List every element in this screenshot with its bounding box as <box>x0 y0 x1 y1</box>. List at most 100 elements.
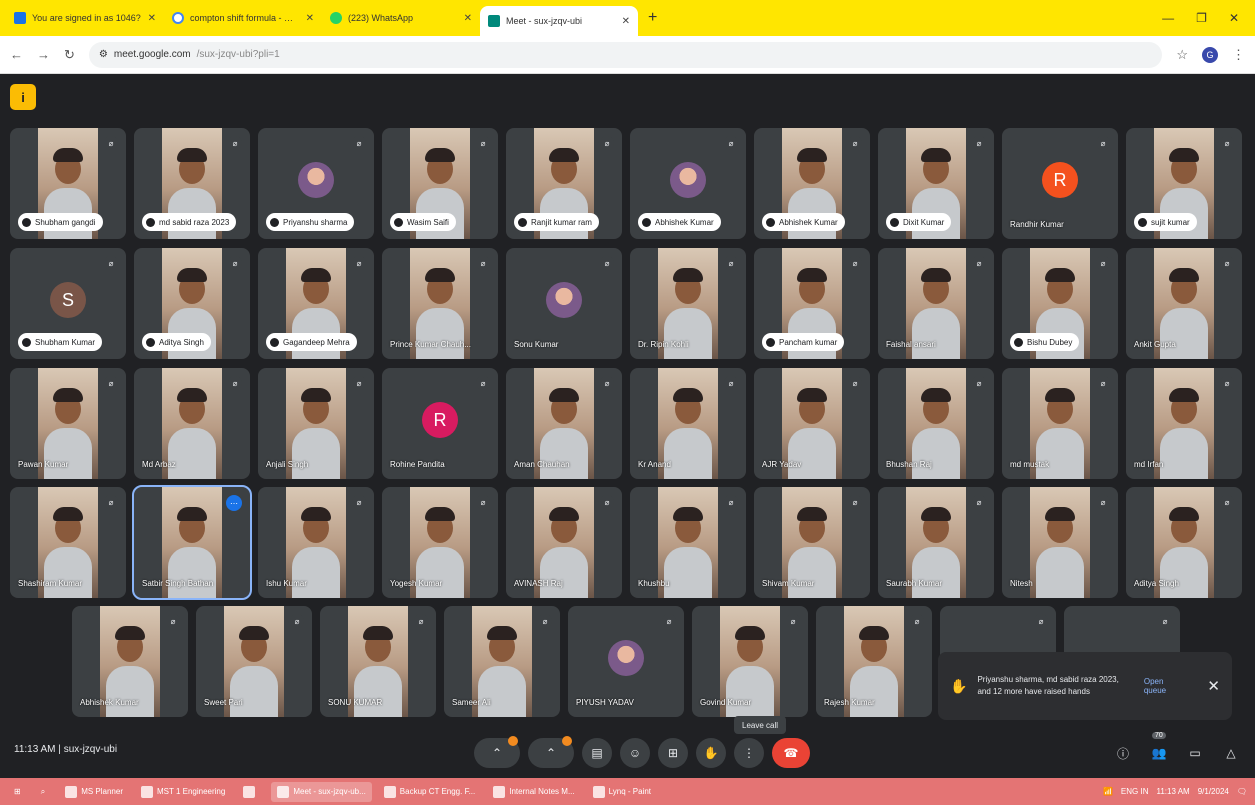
participant-tile[interactable]: ⌀ Dr. Ripin Kohli <box>630 248 746 359</box>
participant-tile[interactable]: ⌀ Sweet Pari <box>196 606 312 717</box>
camera-button[interactable]: ⌃ <box>528 736 574 768</box>
participant-tile[interactable]: ⌀ Ranjit kumar ram <box>506 128 622 239</box>
profile-avatar[interactable]: G <box>1202 46 1218 63</box>
participant-tile[interactable]: ⌀ Khushbu <box>630 487 746 598</box>
browser-tab-active[interactable]: Meet - sux-jzqv-ubi ✕ <box>480 6 638 36</box>
participant-tile[interactable]: ⌀ Faishal ansari <box>878 248 994 359</box>
meeting-details-button[interactable]: ⓘ <box>1113 738 1133 768</box>
participant-tile[interactable]: ⌀ Bishu Dubey <box>1002 248 1118 359</box>
language-indicator[interactable]: ENG IN <box>1121 787 1149 796</box>
notifications-icon[interactable]: 🗨 <box>1237 787 1247 796</box>
close-icon[interactable]: ✕ <box>148 13 156 24</box>
participant-tile[interactable]: R ⌀ Randhir Kumar <box>1002 128 1118 239</box>
participant-tile[interactable]: ⌀ Ishu Kumar <box>258 487 374 598</box>
participant-tile[interactable]: ⌀ PIYUSH YADAV <box>568 606 684 717</box>
participant-tile[interactable]: ⌀ sujit kumar <box>1126 128 1242 239</box>
participant-tile[interactable]: ⌀ Md Arbaz <box>134 368 250 479</box>
people-button[interactable]: 70 👥 <box>1149 732 1169 768</box>
menu-icon[interactable]: ⋮ <box>1232 47 1245 63</box>
search-icon[interactable]: ⌕ <box>35 782 51 802</box>
raise-hand-button[interactable]: ✋ <box>696 738 726 768</box>
meeting-info-icon[interactable]: i <box>10 84 36 110</box>
open-queue-button[interactable]: Open queue <box>1144 677 1188 695</box>
participant-tile[interactable]: ⌀ Sameer Ali <box>444 606 560 717</box>
browser-tab[interactable]: You are signed in as 1046? ✕ <box>6 5 164 31</box>
participant-tile[interactable]: ⌀ Rajesh Kumar <box>816 606 932 717</box>
bookmark-star-icon[interactable]: ☆ <box>1176 47 1188 63</box>
participant-tile[interactable]: ⌀ Priyanshu sharma <box>258 128 374 239</box>
site-info-icon[interactable]: ⚙ <box>99 49 108 60</box>
participant-tile[interactable]: ⌀ SONU KUMAR <box>320 606 436 717</box>
maximize-icon[interactable]: ❐ <box>1196 11 1207 25</box>
taskbar-clock[interactable]: 11:13 AM <box>1156 787 1189 796</box>
participant-tile[interactable]: R ⌀ Rohine Pandita <box>382 368 498 479</box>
reload-icon[interactable]: ↻ <box>64 47 75 63</box>
close-window-icon[interactable]: ✕ <box>1229 11 1239 25</box>
participant-tile[interactable]: ⋯ Satbir Singh Bathan <box>132 485 252 600</box>
participant-tile[interactable]: ⌀ Shashiram Kumar <box>10 487 126 598</box>
taskbar-app-button[interactable]: MST 1 Engineering <box>135 782 231 802</box>
new-tab-button[interactable]: + <box>638 9 667 27</box>
taskbar-app-button[interactable] <box>237 782 265 802</box>
more-options-button[interactable]: ⋮ <box>734 738 764 768</box>
participant-avatar: R <box>422 402 458 438</box>
participant-tile[interactable]: ⌀ Abhishek Kumar <box>72 606 188 717</box>
start-icon[interactable]: ⊞ <box>8 782 27 802</box>
participant-tile[interactable]: ⌀ Govind Kumar <box>692 606 808 717</box>
participant-tile[interactable]: ⌀ Aditya Singh <box>134 248 250 359</box>
close-icon[interactable]: ✕ <box>622 16 630 27</box>
close-icon[interactable]: ✕ <box>464 13 472 24</box>
participant-tile[interactable]: ⌀ Abhishek Kumar <box>630 128 746 239</box>
participant-tile[interactable]: ⌀ Yogesh Kumar <box>382 487 498 598</box>
participant-tile[interactable]: ⌀ Anjali Singh <box>258 368 374 479</box>
microphone-button[interactable]: ⌃ <box>474 736 520 768</box>
participant-tile[interactable]: ⌀ Ankit Gupta <box>1126 248 1242 359</box>
taskbar-app-button[interactable]: Backup CT Engg. F... <box>378 782 481 802</box>
participant-tile[interactable]: ⌀ AJR Yadav <box>754 368 870 479</box>
participant-name-chip: Abhishek Kumar <box>762 213 845 231</box>
browser-tab[interactable]: compton shift formula - Goog ✕ <box>164 5 322 31</box>
back-icon[interactable]: ← <box>10 47 23 62</box>
participant-tile[interactable]: ⌀ Gagandeep Mehra <box>258 248 374 359</box>
participant-name: Govind Kumar <box>700 698 752 707</box>
taskbar-app-button[interactable]: Meet - sux-jzqv-ub... <box>271 781 372 802</box>
participant-tile[interactable]: ⌀ Pancham kumar <box>754 248 870 359</box>
participant-tile[interactable]: ⌀ md sabid raza 2023 <box>134 128 250 239</box>
browser-tab[interactable]: (223) WhatsApp ✕ <box>322 5 480 31</box>
participant-tile[interactable]: ⌀ AVINASH Raj <box>506 487 622 598</box>
participant-tile[interactable]: ⌀ Dixit Kumar <box>878 128 994 239</box>
participant-tile[interactable]: ⌀ Shivam Kumar <box>754 487 870 598</box>
url-field[interactable]: ⚙ meet.google.com/sux-jzqv-ubi?pli=1 <box>88 41 1163 68</box>
participant-tile[interactable]: ⌀ Kr Anand <box>630 368 746 479</box>
participant-tile[interactable]: S ⌀ Shubham Kumar <box>10 248 126 359</box>
participant-tile[interactable]: ⌀ Sonu Kumar <box>506 248 622 359</box>
participant-tile[interactable]: ⌀ Shubham gangdi <box>10 128 126 239</box>
wifi-icon[interactable]: 📶 <box>1103 787 1113 796</box>
present-button[interactable]: ⊞ <box>658 738 688 768</box>
participant-tile[interactable]: ⌀ Bhushan Raj <box>878 368 994 479</box>
taskbar-app-button[interactable]: Lynq - Paint <box>587 782 657 802</box>
participant-tile[interactable]: ⌀ Pawan Kumar <box>10 368 126 479</box>
chat-button[interactable]: ▭ <box>1185 738 1205 768</box>
close-icon[interactable]: ✕ <box>1207 677 1220 695</box>
taskbar-app-button[interactable]: Internal Notes M... <box>487 782 580 802</box>
participant-tile[interactable]: ⌀ Saurabh Kumar <box>878 487 994 598</box>
captions-button[interactable]: ▤ <box>582 738 612 768</box>
participant-tile[interactable]: ⌀ Wasim Saifi <box>382 128 498 239</box>
taskbar-date[interactable]: 9/1/2024 <box>1198 787 1229 796</box>
emoji-button[interactable]: ☺ <box>620 738 650 768</box>
participant-tile[interactable]: ⌀ Nitesh <box>1002 487 1118 598</box>
meeting-code: sux-jzqv-ubi <box>63 744 118 755</box>
minimize-icon[interactable]: — <box>1162 11 1174 25</box>
activities-button[interactable]: △ <box>1221 738 1241 768</box>
participant-tile[interactable]: ⌀ Aditya Singh <box>1126 487 1242 598</box>
close-icon[interactable]: ✕ <box>306 13 314 24</box>
forward-icon[interactable]: → <box>37 47 50 62</box>
participant-tile[interactable]: ⌀ Prince Kumar Chauh... <box>382 248 498 359</box>
participant-tile[interactable]: ⌀ Aman Chauhan <box>506 368 622 479</box>
participant-tile[interactable]: ⌀ md Irfan <box>1126 368 1242 479</box>
leave-call-button[interactable]: ☎ <box>772 738 810 768</box>
participant-tile[interactable]: ⌀ md mustak <box>1002 368 1118 479</box>
taskbar-app-button[interactable]: MS Planner <box>59 782 129 802</box>
participant-tile[interactable]: ⌀ Abhishek Kumar <box>754 128 870 239</box>
